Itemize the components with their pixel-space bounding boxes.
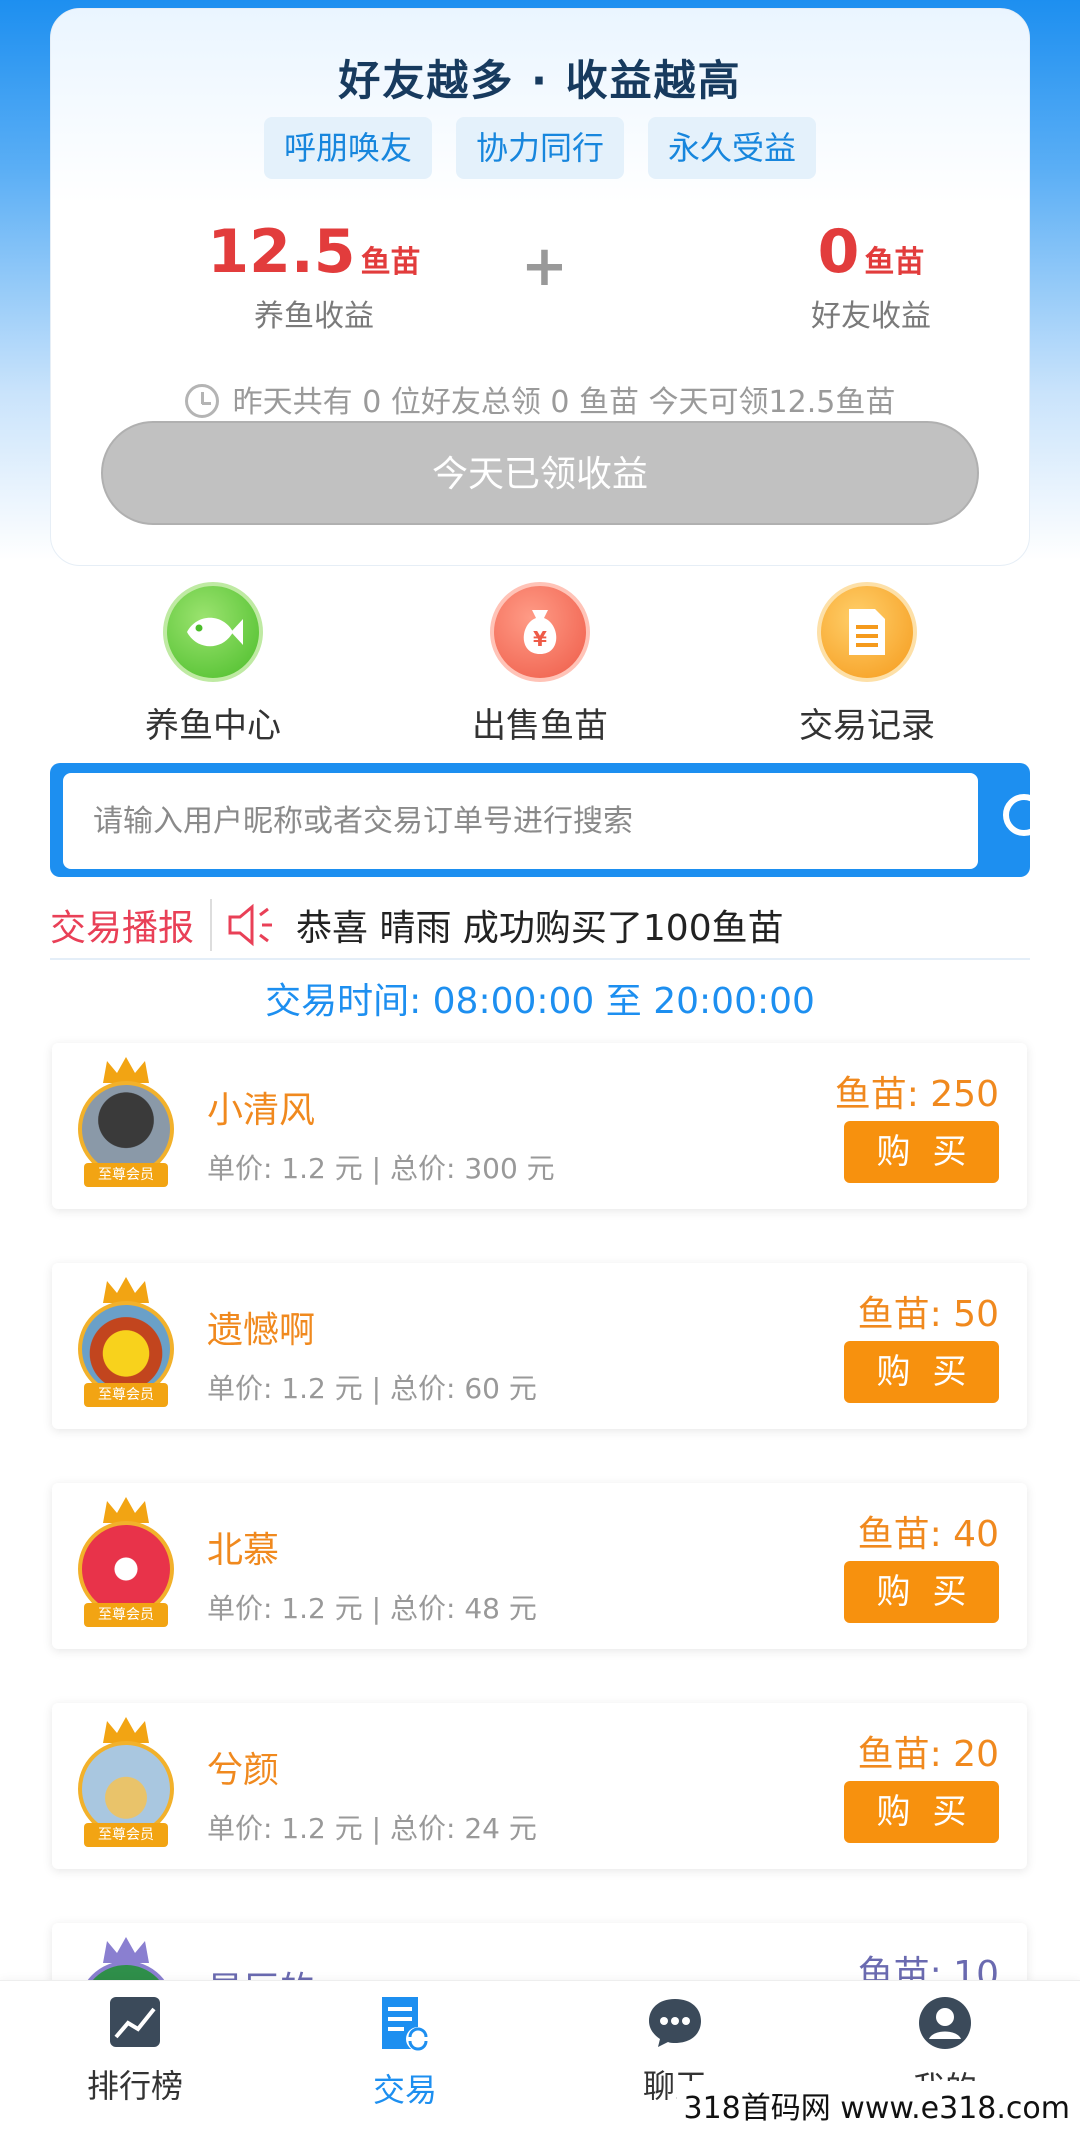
divider: [50, 958, 1030, 960]
fish-quantity: 鱼苗: 40: [857, 1514, 999, 1555]
speaker-icon: [228, 903, 273, 947]
search-input[interactable]: [63, 773, 978, 869]
income-card: 好友越多 · 收益越高 呼朋唤友 协力同行 永久受益 12.5 鱼苗 养鱼收益 …: [50, 8, 1030, 566]
seller-name: 小清风: [207, 1090, 316, 1131]
vip-avatar: 至尊会员: [66, 1055, 186, 1195]
tab-ranking[interactable]: 排行榜: [35, 1995, 235, 2107]
broadcast-tag: 交易播报: [50, 899, 213, 951]
friend-income-stat: 0 鱼苗 好友收益: [721, 217, 1021, 335]
listing-card: 至尊会员 兮颜 单价: 1.2 元 | 总价: 24 元 鱼苗: 20 购买: [52, 1703, 1027, 1869]
buy-button[interactable]: 购买: [844, 1561, 999, 1623]
clock-icon: [184, 384, 219, 418]
plus-sign: +: [521, 234, 568, 299]
fish-income-unit: 鱼苗: [360, 245, 421, 280]
yesterday-info: 昨天共有 0 位好友总领 0 鱼苗 今天可领12.5鱼苗: [51, 377, 1029, 421]
listing-card: 至尊会员 遗憾啊 单价: 1.2 元 | 总价: 60 元 鱼苗: 50 购买: [52, 1263, 1027, 1429]
price-info: 单价: 1.2 元 | 总价: 300 元: [207, 1152, 555, 1185]
shortcut-label: 养鱼中心: [145, 706, 281, 746]
listing-card: 至尊会员 小清风 单价: 1.2 元 | 总价: 300 元 鱼苗: 250 购…: [52, 1043, 1027, 1209]
price-info: 单价: 1.2 元 | 总价: 48 元: [207, 1592, 537, 1625]
money-bag-icon: ¥: [490, 582, 590, 682]
buy-button[interactable]: 购买: [844, 1121, 999, 1183]
fish-quantity: 鱼苗: 50: [857, 1294, 999, 1335]
vip-avatar: 至尊会员: [66, 1495, 186, 1635]
friend-income-label: 好友收益: [811, 299, 931, 334]
user-icon: [919, 1997, 971, 2049]
watermark: 318首码网 www.e318.com: [677, 2081, 1076, 2129]
chart-icon: [110, 1997, 160, 2047]
buy-button[interactable]: 购买: [844, 1781, 999, 1843]
record-icon: [817, 582, 917, 682]
search-button[interactable]: [978, 763, 1079, 877]
price-info: 单价: 1.2 元 | 总价: 60 元: [207, 1372, 537, 1405]
broadcast-message: 恭喜 晴雨 成功购买了100鱼苗: [296, 908, 784, 949]
fish-icon: [163, 582, 263, 682]
friend-income-unit: 鱼苗: [864, 245, 925, 280]
trade-icon: [382, 1997, 430, 2051]
tab-label: 排行榜: [86, 2067, 183, 2105]
vip-badge: 至尊会员: [84, 1163, 168, 1187]
vip-badge: 至尊会员: [84, 1383, 168, 1407]
trade-time: 交易时间: 08:00:00 至 20:00:00: [265, 981, 815, 1022]
tab-trade[interactable]: 交易: [305, 1995, 505, 2111]
chat-icon: [649, 1999, 701, 2047]
search-icon: [1002, 794, 1058, 850]
seller-name: 北慕: [207, 1530, 280, 1571]
fish-income-label: 养鱼收益: [254, 299, 374, 334]
vip-badge: 至尊会员: [84, 1603, 168, 1627]
tag-invite: 呼朋唤友: [263, 117, 432, 179]
slogan: 好友越多 · 收益越高: [338, 56, 742, 105]
shortcut-fish-center[interactable]: 养鱼中心: [103, 582, 323, 747]
trade-broadcast: 交易播报 恭喜 晴雨 成功购买了100鱼苗: [50, 890, 1030, 960]
tag-cooperate: 协力同行: [455, 117, 624, 179]
price-info: 单价: 1.2 元 | 总价: 24 元: [207, 1812, 537, 1845]
shortcut-sell-fish[interactable]: ¥ 出售鱼苗: [430, 582, 650, 747]
shortcut-trade-records[interactable]: 交易记录: [757, 582, 977, 747]
vip-avatar: 至尊会员: [66, 1275, 186, 1415]
claim-income-button[interactable]: 今天已领收益: [101, 421, 979, 525]
tag-row: 呼朋唤友 协力同行 永久受益: [51, 117, 1029, 179]
seller-name: 遗憾啊: [207, 1310, 316, 1351]
listing-card: 至尊会员 北慕 单价: 1.2 元 | 总价: 48 元 鱼苗: 40 购买: [52, 1483, 1027, 1649]
tab-label: 交易: [372, 2071, 437, 2109]
fish-income-stat: 12.5 鱼苗 养鱼收益: [164, 217, 464, 335]
fish-income-value: 12.5: [207, 217, 356, 287]
buy-button[interactable]: 购买: [844, 1341, 999, 1403]
fish-quantity: 鱼苗: 20: [857, 1734, 999, 1775]
svg-text:¥: ¥: [533, 627, 547, 651]
tag-forever: 永久受益: [648, 117, 817, 179]
friend-income-value: 0: [817, 217, 860, 287]
vip-avatar: 至尊会员: [66, 1715, 186, 1855]
shortcut-label: 出售鱼苗: [472, 706, 608, 746]
shortcut-label: 交易记录: [799, 706, 935, 746]
fish-quantity: 鱼苗: 250: [834, 1074, 999, 1115]
vip-badge: 至尊会员: [84, 1823, 168, 1847]
yesterday-text: 昨天共有 0 位好友总领 0 鱼苗 今天可领12.5鱼苗: [232, 385, 896, 420]
seller-name: 兮颜: [207, 1750, 280, 1791]
search-bar: [50, 763, 1058, 877]
